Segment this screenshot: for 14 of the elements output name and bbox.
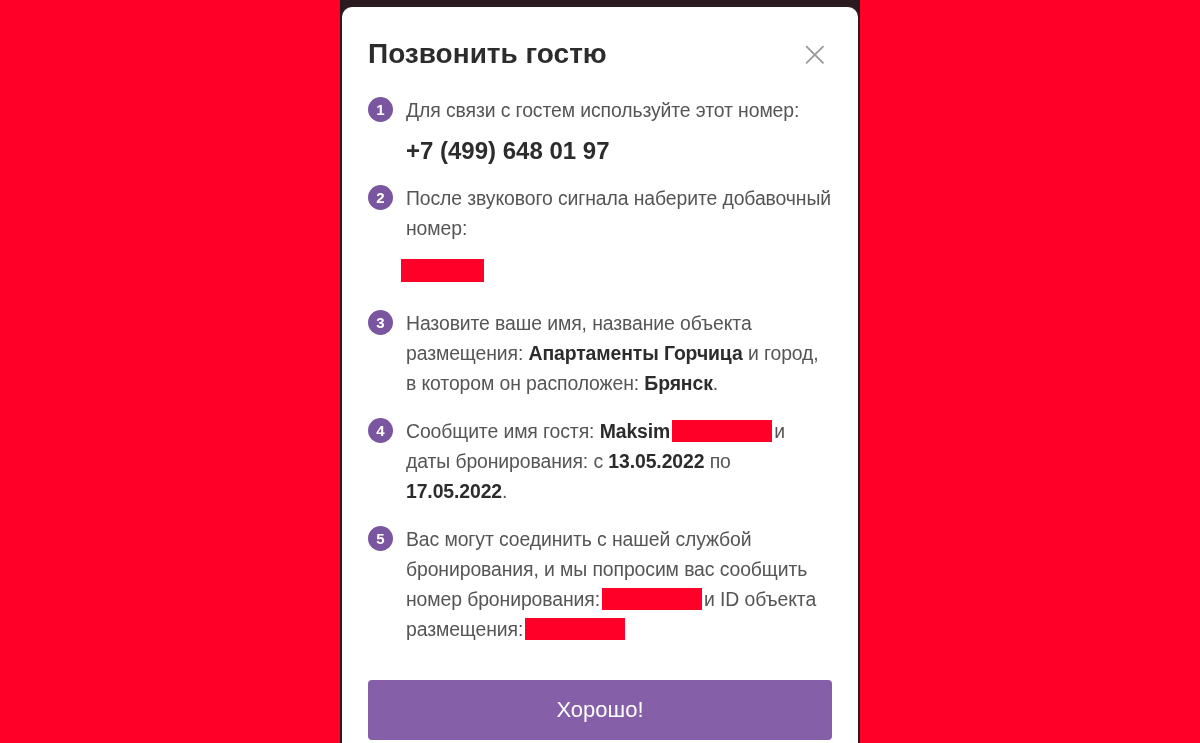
instruction-text: Для связи с гостем используйте этот номер: [406,98,801,123]
instruction-text: Назовите ваше имя, название объекта размещения: Апартаменты Горчица и город, в котором он расположен: Брянск. [406,311,820,396]
step-number: 3 [368,310,393,335]
step-number: 4 [368,418,393,443]
instruction-text: Вас могут соединить с нашей службой бронирования, и мы попросим вас сообщить номер бронирования: и ID объекта размещения: [406,527,818,642]
dialog-title: Позвонить гостю [368,37,607,71]
step-number: 2 [368,185,393,210]
close-button[interactable]: × [797,39,832,69]
step-number: 5 [368,526,393,551]
ok-button[interactable]: Хорошо! [368,680,832,740]
instruction-text: После звукового сигнала наберите добавочный номер: [406,183,832,282]
phone-number: +7 (499) 648 01 97 [406,137,611,165]
step-number: 1 [368,97,393,122]
instruction-text: Сообщите имя гостя: Maksim и даты бронирования: с 13.05.2022 по 17.05.2022. [406,419,786,504]
